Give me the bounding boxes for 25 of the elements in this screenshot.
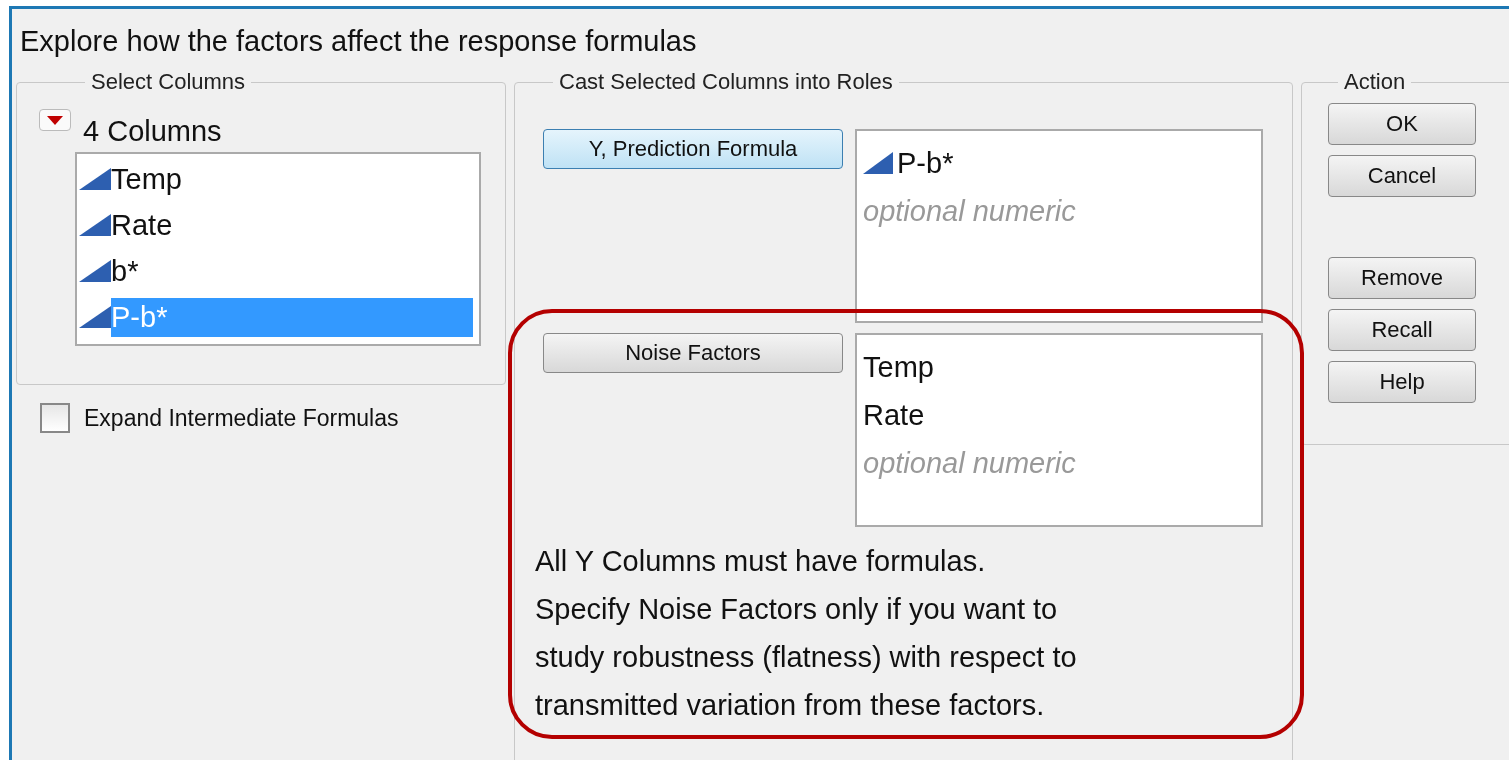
action-button[interactable]: OK [1328,103,1476,145]
action-button[interactable]: Remove [1328,257,1476,299]
note-text: All Y Columns must have formulas. [535,544,987,579]
group-title: Select Columns [90,69,247,95]
placeholder-text: optional numeric [863,446,1077,481]
role-entry[interactable]: Temp [863,350,934,384]
note-text: Specify Noise Factors only if you want to [535,592,1059,627]
note-text: study robustness (flatness) with respect to [535,640,1078,675]
role-button[interactable]: Noise Factors [543,333,843,373]
action-button[interactable]: Help [1328,361,1476,403]
column-item[interactable]: Temp [111,159,473,199]
group-title: Cast Selected Columns into Roles [558,69,894,95]
action-button[interactable]: Recall [1328,309,1476,351]
column-item[interactable]: Rate [111,205,473,245]
dialog-heading: Explore how the factors affect the response formulas [19,24,698,59]
action-button[interactable]: Cancel [1328,155,1476,197]
group-title: Action [1343,69,1407,95]
column-count: 4 Columns [83,115,222,148]
column-item[interactable]: b* [111,251,473,291]
note-text: transmitted variation from these factors. [535,688,1046,723]
role-button[interactable]: Y, Prediction Formula [543,129,843,169]
placeholder-text: optional numeric [863,194,1077,229]
role-entry[interactable]: Rate [863,398,925,432]
role-entry[interactable]: P-b* [897,146,954,180]
checkbox-label: Expand Intermediate Formulas [84,404,399,432]
